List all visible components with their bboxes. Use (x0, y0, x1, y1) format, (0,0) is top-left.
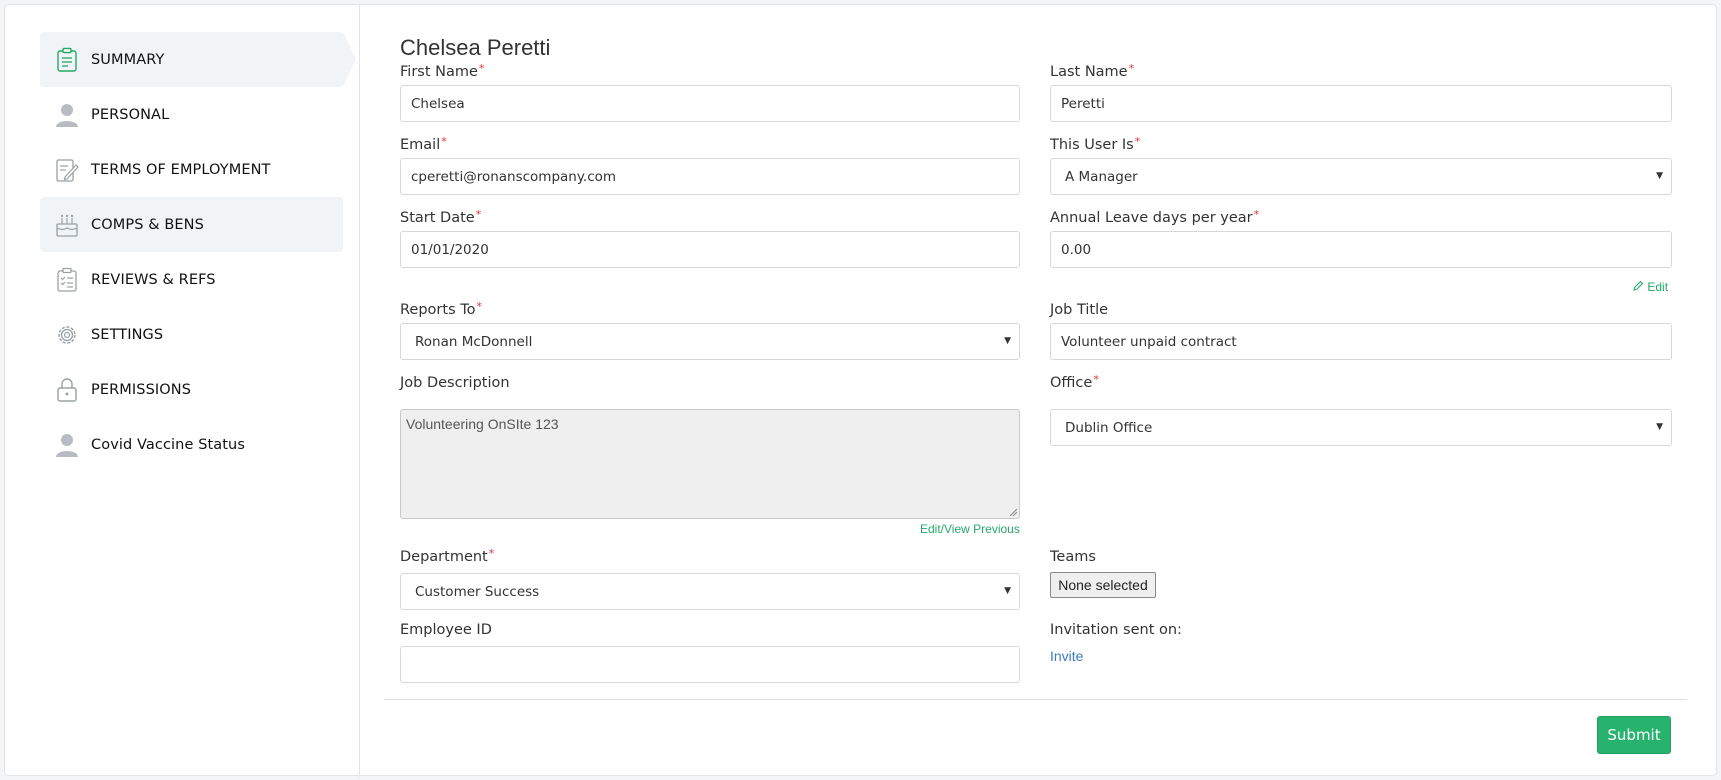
email-input[interactable]: cperetti@ronanscompany.com (400, 158, 1020, 195)
annual-leave-label: Annual Leave days per year* (1050, 208, 1260, 226)
page-title: Chelsea Peretti (400, 35, 551, 60)
lock-icon (54, 376, 80, 404)
person-icon (54, 431, 80, 459)
gear-icon (54, 321, 80, 349)
sidebar: SUMMARY PERSONAL TERMS OF EMPLOYMENT COM… (5, 5, 360, 777)
first-name-input[interactable]: Chelsea (400, 85, 1020, 122)
teams-label: Teams (1050, 549, 1096, 565)
required-mark: * (1134, 135, 1141, 148)
sidebar-item-label: SUMMARY (91, 51, 165, 68)
sidebar-item-terms-of-employment[interactable]: TERMS OF EMPLOYMENT (40, 142, 343, 197)
sidebar-item-settings[interactable]: SETTINGS (40, 307, 343, 362)
job-description-label: Job Description (400, 375, 510, 391)
job-description-textarea[interactable]: Volunteering OnSIte 123 (400, 409, 1020, 519)
invitation-label: Invitation sent on: (1050, 622, 1182, 638)
reports-to-value: Ronan McDonnell (415, 333, 533, 350)
employee-id-label: Employee ID (400, 622, 492, 638)
last-name-input[interactable]: Peretti (1050, 85, 1672, 122)
department-value: Customer Success (415, 583, 540, 600)
required-mark: * (1253, 208, 1260, 221)
summary-clipboard-icon (54, 46, 80, 74)
edit-label: Edit (1647, 280, 1669, 294)
sidebar-item-label: TERMS OF EMPLOYMENT (91, 161, 271, 178)
sidebar-item-label: PERMISSIONS (91, 381, 192, 398)
invite-link[interactable]: Invite (1050, 648, 1083, 664)
required-mark: * (478, 62, 485, 75)
dropdown-caret-icon: ▼ (1004, 586, 1011, 596)
sidebar-item-label: SETTINGS (91, 326, 164, 343)
start-date-label: Start Date* (400, 208, 482, 226)
sidebar-item-permissions[interactable]: PERMISSIONS (40, 362, 343, 417)
sidebar-item-summary[interactable]: SUMMARY (40, 32, 356, 87)
required-mark: * (1093, 373, 1099, 386)
user-type-value: A Manager (1065, 168, 1138, 185)
start-date-input[interactable]: 01/01/2020 (400, 231, 1020, 268)
sidebar-item-reviews-refs[interactable]: REVIEWS & REFS (40, 252, 343, 307)
person-icon (54, 101, 80, 129)
sidebar-item-label: REVIEWS & REFS (91, 271, 216, 288)
job-title-input[interactable]: Volunteer unpaid contract (1050, 323, 1672, 360)
submit-button[interactable]: Submit (1597, 716, 1671, 754)
checklist-icon (54, 266, 80, 294)
required-mark: * (488, 547, 495, 560)
pencil-icon (1632, 280, 1647, 294)
sidebar-item-personal[interactable]: PERSONAL (40, 87, 343, 142)
last-name-label: Last Name* (1050, 62, 1135, 80)
user-type-select[interactable]: A Manager ▼ (1050, 158, 1672, 195)
resize-grip-icon[interactable] (1009, 508, 1017, 516)
dropdown-caret-icon: ▼ (1656, 171, 1663, 181)
sidebar-item-covid-vaccine-status[interactable]: Covid Vaccine Status (40, 417, 343, 472)
employee-id-input[interactable] (400, 646, 1020, 683)
sidebar-item-label: COMPS & BENS (91, 216, 204, 233)
office-label: Office* (1050, 373, 1099, 391)
first-name-label: First Name* (400, 62, 485, 80)
sidebar-item-label: PERSONAL (91, 106, 170, 123)
office-value: Dublin Office (1065, 419, 1153, 436)
job-description-value: Volunteering OnSIte 123 (406, 416, 559, 432)
email-label: Email* (400, 135, 447, 153)
reports-to-label: Reports To* (400, 300, 483, 318)
required-mark: * (441, 135, 447, 148)
office-select[interactable]: Dublin Office ▼ (1050, 409, 1672, 446)
edit-view-previous-link[interactable]: Edit/View Previous (920, 522, 1020, 536)
form-divider (384, 699, 1687, 700)
profile-form: Chelsea Peretti First Name* Chelsea Last… (361, 5, 1718, 777)
sidebar-item-comps-bens[interactable]: COMPS & BENS (40, 197, 343, 252)
annual-leave-input[interactable]: 0.00 (1050, 231, 1672, 268)
teams-multiselect-button[interactable]: None selected (1050, 572, 1156, 598)
required-mark: * (1128, 62, 1135, 75)
reports-to-select[interactable]: Ronan McDonnell ▼ (400, 323, 1020, 360)
employee-profile-card: SUMMARY PERSONAL TERMS OF EMPLOYMENT COM… (4, 4, 1718, 777)
user-type-label: This User Is* (1050, 135, 1141, 153)
required-mark: * (475, 208, 482, 221)
sidebar-item-label: Covid Vaccine Status (91, 436, 245, 453)
dropdown-caret-icon: ▼ (1004, 336, 1011, 346)
department-select[interactable]: Customer Success ▼ (400, 573, 1020, 610)
job-title-label: Job Title (1050, 302, 1109, 318)
department-label: Department* (400, 547, 495, 565)
annual-leave-edit-link[interactable]: Edit (1632, 280, 1668, 294)
dropdown-caret-icon: ▼ (1656, 422, 1663, 432)
document-edit-icon (54, 156, 80, 184)
cake-icon (54, 211, 80, 239)
required-mark: * (476, 300, 483, 313)
